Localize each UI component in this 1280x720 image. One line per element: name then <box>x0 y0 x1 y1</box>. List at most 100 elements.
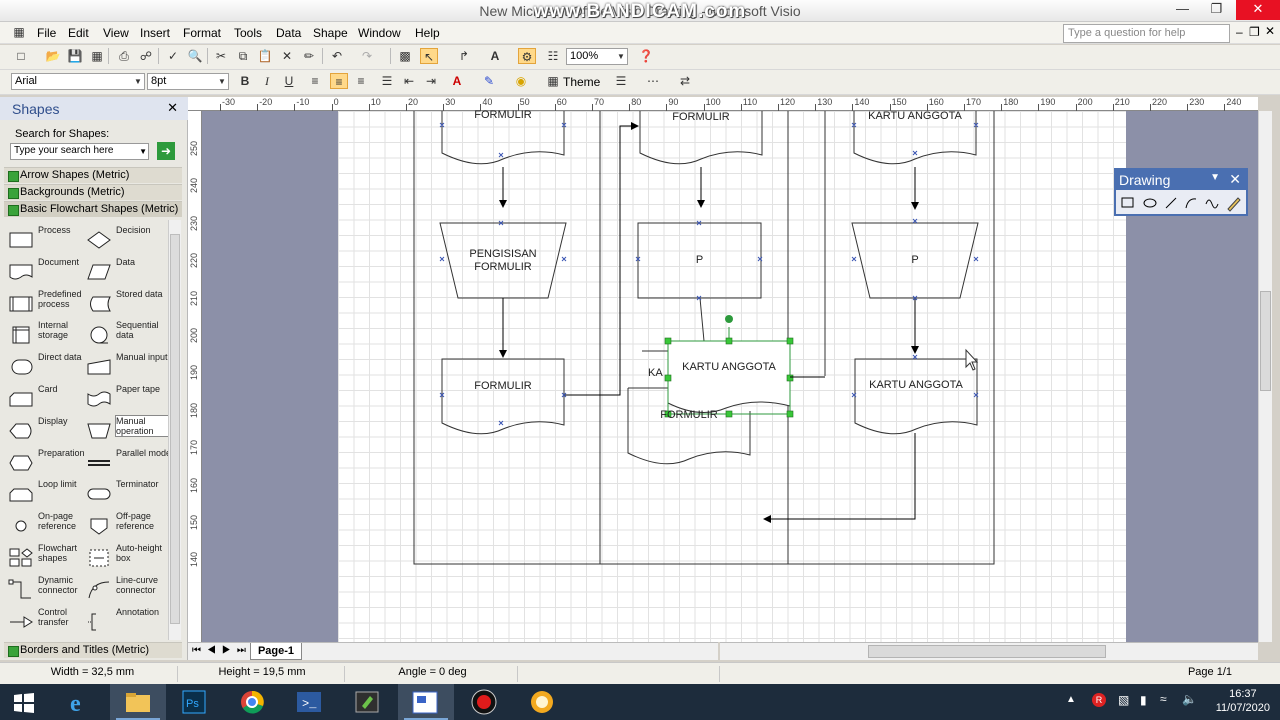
help-icon[interactable]: ❓ <box>637 48 655 64</box>
powershell-icon[interactable]: >_ <box>282 684 338 720</box>
volume-icon[interactable]: 🔈 <box>1182 692 1197 706</box>
new-icon[interactable]: □ <box>12 48 30 64</box>
scroll-thumb[interactable] <box>1260 291 1271 391</box>
print-icon[interactable]: ⎙ <box>115 48 133 64</box>
font-size-select[interactable]: 8pt ▼ <box>147 73 229 90</box>
file-explorer-icon[interactable] <box>110 684 166 720</box>
minimize-button[interactable]: — <box>1169 0 1196 20</box>
stencil-parallel-mode[interactable]: Parallel mode <box>86 448 171 478</box>
flowchart-diagram[interactable] <box>338 111 1126 642</box>
media-app-icon[interactable] <box>514 684 570 720</box>
italic-icon[interactable]: I <box>258 73 276 89</box>
search-go-icon[interactable]: ➜ <box>157 142 175 160</box>
stencil-sequential-data[interactable]: Sequential data <box>86 320 170 350</box>
doc-restore-icon[interactable]: ❐ <box>1249 25 1260 39</box>
page-nav-icon[interactable]: ⏮◀▶⏭ <box>192 645 252 656</box>
stencil-on-page-reference[interactable]: On-page reference <box>8 511 92 541</box>
stencil-control-transfer[interactable]: Control transfer <box>8 607 92 637</box>
stencil-backgrounds[interactable]: Backgrounds (Metric) <box>4 184 182 200</box>
tray-network-icon[interactable]: ▧ <box>1118 693 1129 707</box>
delete-icon[interactable]: ✕ <box>278 48 296 64</box>
chrome-icon[interactable] <box>224 684 280 720</box>
stencil-paper-tape[interactable]: Paper tape <box>86 384 170 414</box>
stencil-flowchart-shapes[interactable]: Flowchart shapes <box>8 543 92 573</box>
horizontal-scrollbar[interactable] <box>720 642 1258 660</box>
increase-indent-icon[interactable]: ⇥ <box>422 73 440 89</box>
stencil-manual-operation[interactable]: Manual operation <box>86 414 173 446</box>
stencil-preparation[interactable]: Preparation <box>8 448 92 478</box>
stencil-document[interactable]: Document <box>8 257 92 287</box>
close-icon[interactable]: ✕ <box>1229 171 1241 188</box>
stencil-loop-limit[interactable]: Loop limit <box>8 479 92 509</box>
line-color-icon[interactable]: ✎ <box>480 73 498 89</box>
chevron-down-icon[interactable]: ▼ <box>1210 172 1220 183</box>
close-icon[interactable]: ✕ <box>167 100 178 116</box>
line-pattern-icon[interactable]: ⋯ <box>644 73 662 89</box>
wifi-icon[interactable]: ≈ <box>1160 692 1167 706</box>
tab-page-1[interactable]: Page-1 <box>250 643 302 660</box>
photoshop-icon[interactable]: Ps <box>168 684 224 720</box>
stencil-terminator[interactable]: Terminator <box>86 479 170 509</box>
bullets-icon[interactable]: ☰ <box>378 73 396 89</box>
menu-data[interactable]: Data <box>276 26 301 40</box>
save-icon[interactable]: 💾 <box>66 48 84 64</box>
drawing-page[interactable]: FORMULIR PENGISISAN FORMULIR FORMULIR FO… <box>338 109 1126 642</box>
stencil-annotation[interactable]: Annotation <box>86 607 170 637</box>
menu-tools[interactable]: Tools <box>234 26 262 40</box>
scroll-thumb[interactable] <box>868 645 1106 658</box>
research-icon[interactable]: 🔍 <box>186 48 204 64</box>
cut-icon[interactable]: ✂ <box>212 48 230 64</box>
stencil-process[interactable]: Process <box>8 225 92 255</box>
bold-icon[interactable]: B <box>236 73 254 89</box>
font-select[interactable]: Arial ▼ <box>11 73 145 90</box>
line-ends-icon[interactable]: ⇄ <box>676 73 694 89</box>
drawing-workspace[interactable]: FORMULIR PENGISISAN FORMULIR FORMULIR FO… <box>202 109 1258 642</box>
doc-minimize-icon[interactable]: – <box>1236 25 1243 39</box>
scroll-thumb[interactable] <box>170 234 180 624</box>
stencil-auto-height-box[interactable]: Auto-height box <box>86 543 170 573</box>
stencil-predefined-process[interactable]: Predefined process <box>8 289 92 319</box>
bandicam-icon[interactable] <box>456 684 512 720</box>
text-tool-icon[interactable]: A <box>486 48 504 64</box>
spelling-icon[interactable]: ✓ <box>164 48 182 64</box>
visio-icon[interactable] <box>398 684 454 720</box>
vertical-scrollbar[interactable] <box>1258 111 1272 642</box>
connection-point-icon[interactable]: ⚙ <box>518 48 536 64</box>
menu-view[interactable]: View <box>103 26 129 40</box>
menu-shape[interactable]: Shape <box>313 26 348 40</box>
stencil-direct-data[interactable]: Direct data <box>8 352 92 382</box>
menu-window[interactable]: Window <box>358 26 401 40</box>
help-search-input[interactable]: Type a question for help <box>1063 24 1230 43</box>
align-left-icon[interactable]: ≡ <box>306 73 324 89</box>
align-center-icon[interactable]: ≡ <box>330 73 348 89</box>
menu-insert[interactable]: Insert <box>140 26 170 40</box>
stencil-scrollbar[interactable] <box>168 220 181 640</box>
label-kartu-anggota-selected[interactable]: KARTU ANGGOTA <box>668 361 790 373</box>
stencil-card[interactable]: Card <box>8 384 92 414</box>
paste-icon[interactable]: 📋 <box>256 48 274 64</box>
pan-zoom-icon[interactable]: ☷ <box>544 48 562 64</box>
zoom-select[interactable]: 100% ▼ <box>566 48 628 65</box>
battery-icon[interactable]: ▮ <box>1140 693 1147 707</box>
shape-search-input[interactable]: Type your search here ▼ <box>10 143 149 160</box>
menu-format[interactable]: Format <box>183 26 221 40</box>
app-icon[interactable]: ▦ <box>10 24 28 40</box>
stencil-borders-titles[interactable]: Borders and Titles (Metric) <box>4 642 182 658</box>
menu-file[interactable]: File <box>37 26 56 40</box>
doc-close-icon[interactable]: ✕ <box>1265 24 1275 38</box>
align-right-icon[interactable]: ≡ <box>352 73 370 89</box>
stencil-display[interactable]: Display <box>8 416 92 446</box>
restore-button[interactable]: ❐ <box>1203 0 1230 20</box>
stencil-line-curve-connector[interactable]: Line-curve connector <box>86 575 170 605</box>
menu-help[interactable]: Help <box>415 26 440 40</box>
close-button[interactable]: ✕ <box>1236 0 1280 20</box>
stencil-stored-data[interactable]: Stored data <box>86 289 170 319</box>
taskbar-clock[interactable]: 16:37 11/07/2020 <box>1216 687 1270 715</box>
connector-tool-icon[interactable]: ↱ <box>455 48 473 64</box>
tray-chevron-icon[interactable]: ▲ <box>1066 694 1076 705</box>
theme-icon[interactable]: ▦ <box>544 73 562 89</box>
line-weight-icon[interactable]: ☰ <box>612 73 630 89</box>
redo-icon[interactable]: ↷ <box>358 48 376 64</box>
pointer-tool-icon[interactable]: ↖ <box>420 48 438 64</box>
font-color-icon[interactable]: A <box>448 73 466 89</box>
